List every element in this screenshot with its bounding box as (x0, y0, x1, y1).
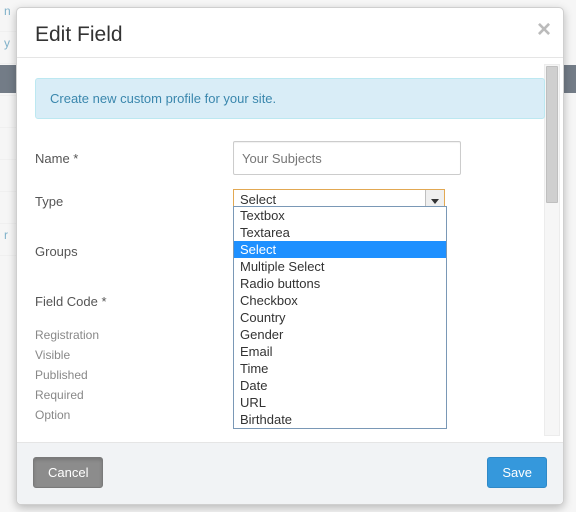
type-option[interactable]: Textbox (234, 207, 446, 224)
row-name: Name * (35, 141, 545, 175)
label-groups: Groups (35, 244, 233, 259)
modal-header: Edit Field × (17, 8, 563, 58)
label-field-code: Field Code * (35, 294, 233, 309)
label-name: Name * (35, 151, 233, 166)
type-option[interactable]: Textarea (234, 224, 446, 241)
label-type: Type (35, 194, 233, 209)
type-option[interactable]: Country (234, 309, 446, 326)
type-option[interactable]: Select (234, 241, 446, 258)
modal-body: Create new custom profile for your site.… (17, 60, 563, 442)
type-option[interactable]: Gender (234, 326, 446, 343)
type-option[interactable]: Multiple Select (234, 258, 446, 275)
type-option[interactable]: Birthdate (234, 411, 446, 428)
save-button[interactable]: Save (487, 457, 547, 488)
modal-footer: Cancel Save (17, 442, 563, 504)
type-option[interactable]: URL (234, 394, 446, 411)
name-input[interactable] (233, 141, 461, 175)
type-select-value: Select (240, 192, 276, 207)
cancel-button[interactable]: Cancel (33, 457, 103, 488)
type-option[interactable]: Checkbox (234, 292, 446, 309)
type-option[interactable]: Radio buttons (234, 275, 446, 292)
type-option[interactable]: Time (234, 360, 446, 377)
type-option[interactable]: Date (234, 377, 446, 394)
type-option[interactable]: Email (234, 343, 446, 360)
modal-title: Edit Field (35, 23, 545, 47)
info-banner: Create new custom profile for your site. (35, 78, 545, 119)
close-icon[interactable]: × (537, 18, 551, 42)
edit-field-modal: Edit Field × Create new custom profile f… (16, 7, 564, 505)
type-dropdown[interactable]: TextboxTextareaSelectMultiple SelectRadi… (233, 206, 447, 429)
